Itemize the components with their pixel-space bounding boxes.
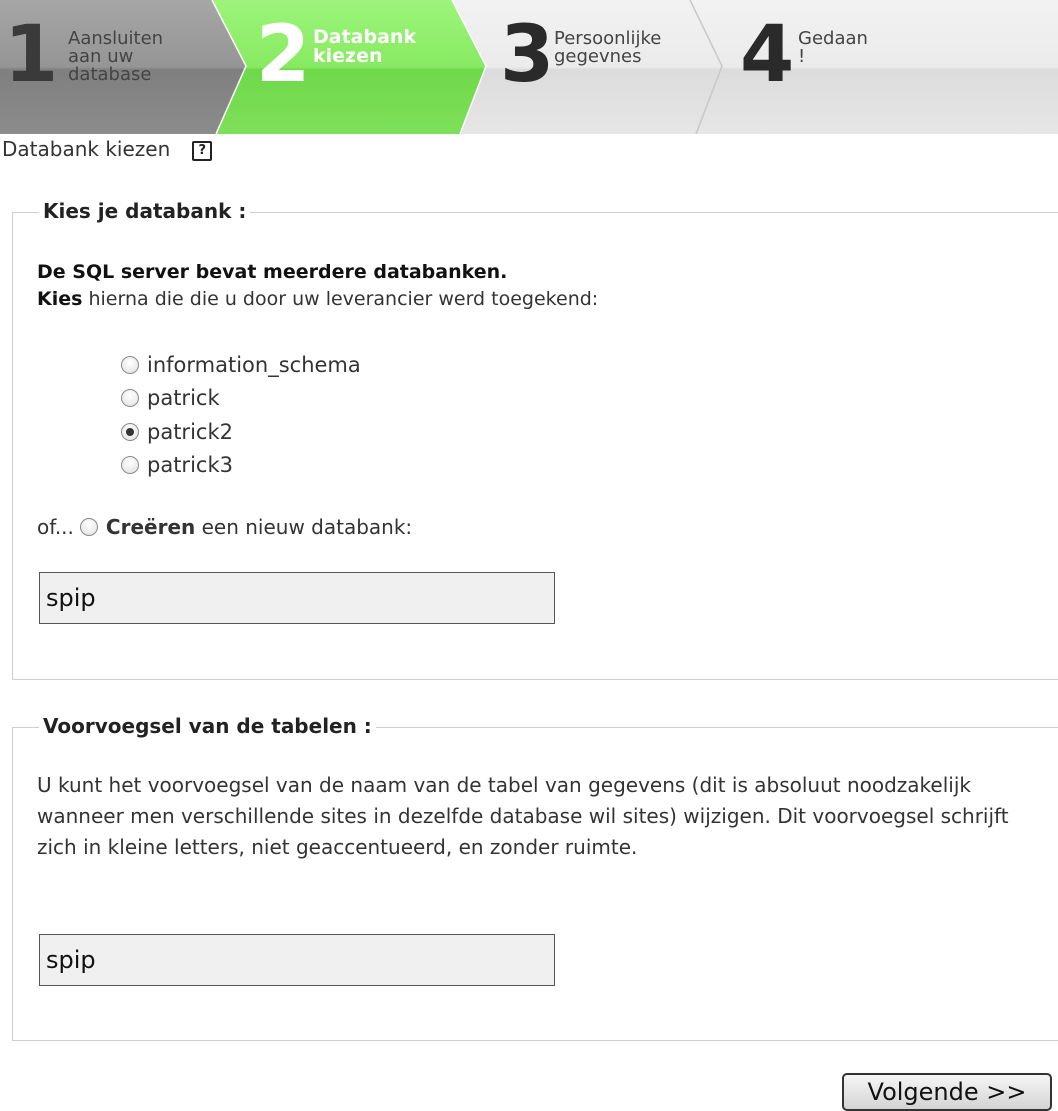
database-fieldset: Kies je databank : De SQL server bevat m… <box>12 199 1058 680</box>
choose-bold: Kies <box>37 288 83 310</box>
step-3-number: 3 <box>500 10 554 100</box>
server-note: De SQL server bevat meerdere databanken. <box>37 261 507 283</box>
create-db-option[interactable]: of... Creëren een nieuw databank: <box>37 515 412 539</box>
db-option-label: patrick <box>147 386 220 410</box>
step-4-label: Gedaan ! <box>798 28 868 67</box>
radio-icon[interactable] <box>121 356 139 374</box>
step-4-number: 4 <box>740 10 794 100</box>
db-option-patrick3[interactable]: patrick3 <box>121 453 233 477</box>
create-rest: een nieuw databank: <box>195 515 413 539</box>
radio-icon[interactable] <box>121 389 139 407</box>
step-3-label: Persoonlijke gegevnes <box>554 28 662 67</box>
step-1-number: 1 <box>4 10 58 100</box>
next-button[interactable]: Volgende >> <box>842 1073 1052 1111</box>
step-1-label: Aansluiten aan uw database <box>68 28 164 85</box>
prefix-fieldset: Voorvoegsel van de tabelen : U kunt het … <box>12 714 1058 1041</box>
server-note-text: De SQL server bevat meerdere databanken. <box>37 261 508 283</box>
create-bold: Creëren <box>105 515 196 539</box>
step-2-number: 2 <box>256 10 310 100</box>
prefix-legend: Voorvoegsel van de tabelen : <box>39 714 376 738</box>
radio-checked-icon[interactable] <box>121 423 139 441</box>
db-option-patrick2[interactable]: patrick2 <box>121 420 233 444</box>
radio-icon[interactable] <box>121 456 139 474</box>
choose-instruction: Kies hierna die die u door uw leverancie… <box>37 288 598 310</box>
db-option-label: patrick3 <box>147 453 233 477</box>
install-steps: 1 Aansluiten aan uw database 2 Databank … <box>0 0 1058 134</box>
prefix-description: U kunt het voorvoegsel van de naam van d… <box>37 773 1009 859</box>
db-option-patrick[interactable]: patrick <box>121 386 220 410</box>
page-subtitle: Databank kiezen? <box>2 137 213 161</box>
table-prefix-input[interactable] <box>39 934 555 986</box>
help-icon[interactable]: ? <box>192 141 213 161</box>
step-2-label: Databank kiezen <box>313 26 417 67</box>
db-option-label: patrick2 <box>147 420 233 444</box>
page-subtitle-text: Databank kiezen <box>2 137 171 161</box>
database-legend: Kies je databank : <box>39 199 251 223</box>
db-option-label: information_schema <box>147 353 361 377</box>
new-database-input[interactable] <box>39 572 555 624</box>
db-option-information-schema[interactable]: information_schema <box>121 353 361 377</box>
choose-rest: hierna die die u door uw leverancier wer… <box>82 288 599 310</box>
or-prefix: of... <box>37 515 74 539</box>
radio-icon[interactable] <box>79 518 98 536</box>
